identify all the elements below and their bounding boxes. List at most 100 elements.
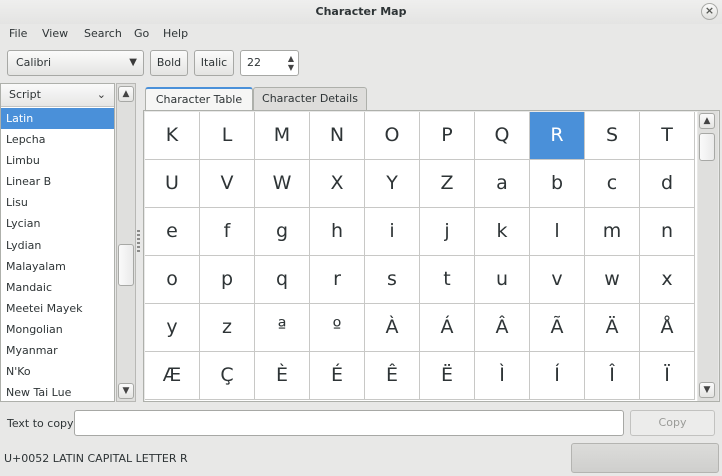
close-icon[interactable]: × [701,3,718,20]
character-cell[interactable]: Æ [145,352,200,400]
character-cell[interactable]: É [310,352,365,400]
list-item[interactable]: New Tai Lue [1,382,114,403]
character-cell[interactable]: t [420,256,475,304]
character-cell[interactable]: v [530,256,585,304]
character-cell[interactable]: Í [530,352,585,400]
chevron-down-icon[interactable]: ▼ [699,382,715,398]
list-item[interactable]: Meetei Mayek [1,298,114,319]
character-cell[interactable]: Ä [585,304,640,352]
chevron-up-icon[interactable]: ▲ [288,54,294,63]
scrollbar-thumb[interactable] [118,244,134,286]
character-cell[interactable]: q [255,256,310,304]
copy-button[interactable]: Copy [630,410,715,436]
character-cell[interactable]: Ï [640,352,695,400]
character-cell[interactable]: m [585,208,640,256]
font-family-combo[interactable]: Calibri ▼ [7,50,144,76]
character-cell[interactable]: V [200,160,255,208]
character-cell[interactable]: M [255,112,310,160]
character-cell[interactable]: P [420,112,475,160]
list-item[interactable]: Mongolian [1,319,114,340]
character-cell[interactable]: z [200,304,255,352]
character-cell[interactable]: Ç [200,352,255,400]
character-cell[interactable]: º [310,304,365,352]
character-cell[interactable]: X [310,160,365,208]
character-cell[interactable]: L [200,112,255,160]
character-cell[interactable]: À [365,304,420,352]
character-cell[interactable]: y [145,304,200,352]
list-item[interactable]: Lycian [1,213,114,234]
list-item[interactable]: Lisu [1,192,114,213]
tab-character-table[interactable]: Character Table [145,87,253,112]
character-cell[interactable]: Y [365,160,420,208]
chevron-up-icon[interactable]: ▲ [699,113,715,129]
character-cell[interactable]: s [365,256,420,304]
character-cell[interactable]: l [530,208,585,256]
character-cell[interactable]: b [530,160,585,208]
character-cell[interactable]: Ì [475,352,530,400]
menu-search[interactable]: Search [84,27,122,41]
chevron-down-icon[interactable]: ▼ [118,383,134,399]
list-item[interactable]: Limbu [1,150,114,171]
character-cell[interactable]: w [585,256,640,304]
scrollbar-thumb[interactable] [699,133,715,161]
character-cell[interactable]: a [475,160,530,208]
menu-view[interactable]: View [42,27,68,41]
character-cell[interactable]: j [420,208,475,256]
character-cell[interactable]: S [585,112,640,160]
list-item[interactable]: Latin [1,108,114,130]
character-cell[interactable]: ª [255,304,310,352]
character-cell[interactable]: È [255,352,310,400]
font-size-spinner[interactable]: 22 ▲ ▼ [240,50,299,76]
character-cell[interactable]: Á [420,304,475,352]
character-cell[interactable]: Z [420,160,475,208]
bold-button[interactable]: Bold [150,50,188,76]
character-cell[interactable]: U [145,160,200,208]
character-cell[interactable]: f [200,208,255,256]
menu-help[interactable]: Help [163,27,188,41]
list-item[interactable]: Malayalam [1,256,114,277]
character-cell[interactable]: h [310,208,365,256]
character-cell[interactable]: R [530,112,585,160]
character-cell[interactable]: k [475,208,530,256]
character-cell[interactable]: Ê [365,352,420,400]
list-item[interactable]: Lepcha [1,129,114,150]
script-header[interactable]: Script ⌄ [1,84,114,107]
character-cell[interactable]: i [365,208,420,256]
character-cell[interactable]: Q [475,112,530,160]
text-to-copy-input[interactable] [74,410,624,436]
character-cell[interactable]: Ã [530,304,585,352]
menu-file[interactable]: File [9,27,27,41]
character-cell[interactable]: x [640,256,695,304]
character-cell[interactable]: g [255,208,310,256]
pane-splitter[interactable] [137,230,140,254]
list-item[interactable]: N'Ko [1,361,114,382]
character-cell[interactable]: d [640,160,695,208]
menu-go[interactable]: Go [134,27,149,41]
character-cell[interactable]: e [145,208,200,256]
character-cell[interactable]: c [585,160,640,208]
character-cell[interactable]: O [365,112,420,160]
tab-character-details[interactable]: Character Details [253,87,367,111]
character-cell[interactable]: p [200,256,255,304]
chevron-down-icon[interactable]: ▼ [288,63,294,72]
list-item[interactable]: Lydian [1,235,114,256]
character-cell[interactable]: n [640,208,695,256]
grid-scrollbar[interactable]: ▲ ▼ [698,111,718,401]
character-cell[interactable]: K [145,112,200,160]
list-item[interactable]: Linear B [1,171,114,192]
character-cell[interactable]: N [310,112,365,160]
character-cell[interactable]: W [255,160,310,208]
character-cell[interactable]: Î [585,352,640,400]
script-list-scrollbar[interactable]: ▲ ▼ [116,83,136,402]
character-cell[interactable]: r [310,256,365,304]
list-item[interactable]: Myanmar [1,340,114,361]
character-cell[interactable]: o [145,256,200,304]
character-cell[interactable]: u [475,256,530,304]
character-cell[interactable]: Â [475,304,530,352]
character-cell[interactable]: Å [640,304,695,352]
italic-button[interactable]: Italic [194,50,234,76]
character-cell[interactable]: T [640,112,695,160]
list-item[interactable]: Mandaic [1,277,114,298]
character-cell[interactable]: Ë [420,352,475,400]
chevron-up-icon[interactable]: ▲ [118,86,134,102]
